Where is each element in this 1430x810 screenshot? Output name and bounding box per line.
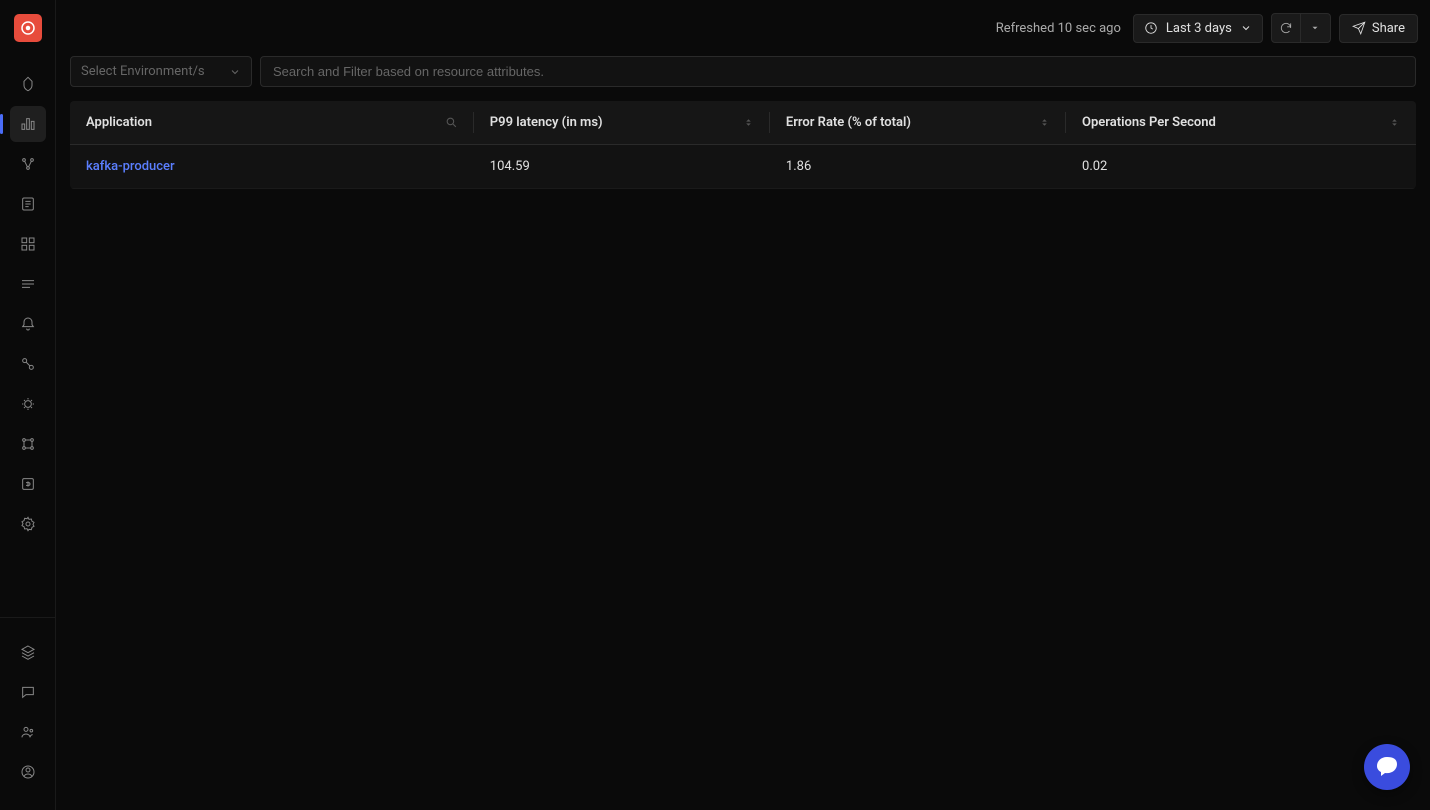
table-row[interactable]: kafka-producer 104.59 1.86 0.02 (70, 145, 1416, 189)
sidebar (0, 0, 56, 810)
nav-dashboards[interactable] (10, 226, 46, 262)
share-button[interactable]: Share (1339, 14, 1418, 43)
cell-error-rate: 1.86 (770, 145, 1066, 189)
services-table: Application P99 latency (in ms) (70, 101, 1416, 189)
nav-alerts[interactable] (10, 306, 46, 342)
refreshed-status: Refreshed 10 sec ago (996, 21, 1121, 36)
col-application[interactable]: Application (70, 101, 474, 145)
col-error-rate-label: Error Rate (% of total) (786, 115, 911, 130)
filter-bar: Select Environment/s (56, 56, 1430, 101)
col-p99[interactable]: P99 latency (in ms) (474, 101, 770, 145)
refresh-dropdown-button[interactable] (1301, 13, 1331, 43)
nav-exceptions[interactable] (10, 346, 46, 382)
nav-feedback[interactable] (10, 674, 46, 710)
sort-icon[interactable] (1039, 117, 1050, 128)
col-ops[interactable]: Operations Per Second (1066, 101, 1416, 145)
nav-getting-started[interactable] (10, 66, 46, 102)
time-range-label: Last 3 days (1166, 21, 1232, 36)
services-table-container: Application P99 latency (in ms) (56, 101, 1430, 189)
toolbar: Refreshed 10 sec ago Last 3 days Share (56, 0, 1430, 56)
nav-messaging[interactable] (10, 266, 46, 302)
share-label: Share (1372, 21, 1405, 36)
nav-settings[interactable] (10, 506, 46, 542)
time-range-picker[interactable]: Last 3 days (1133, 14, 1263, 43)
app-link[interactable]: kafka-producer (86, 159, 175, 174)
main-content: Refreshed 10 sec ago Last 3 days Share (56, 0, 1430, 810)
nav-traces[interactable] (10, 146, 46, 182)
sort-icon[interactable] (1389, 117, 1400, 128)
clock-icon (1144, 21, 1158, 35)
refresh-button[interactable] (1271, 13, 1301, 43)
nav-layers[interactable] (10, 634, 46, 670)
env-placeholder: Select Environment/s (81, 64, 205, 79)
send-icon (1352, 21, 1366, 35)
nav-debug[interactable] (10, 386, 46, 422)
nav-pipelines[interactable] (10, 426, 46, 462)
col-application-label: Application (86, 115, 152, 130)
chevron-down-icon (1240, 22, 1252, 34)
chevron-down-icon (229, 66, 241, 78)
search-icon[interactable] (445, 116, 458, 129)
app-logo[interactable] (14, 14, 42, 42)
nav-team[interactable] (10, 714, 46, 750)
help-chat-button[interactable] (1364, 744, 1410, 790)
col-p99-label: P99 latency (in ms) (490, 115, 603, 130)
col-ops-label: Operations Per Second (1082, 115, 1216, 130)
cell-ops: 0.02 (1066, 145, 1416, 189)
nav-services[interactable] (10, 106, 46, 142)
search-filter-input[interactable] (260, 56, 1416, 87)
environment-select[interactable]: Select Environment/s (70, 56, 252, 87)
nav-billing[interactable] (10, 466, 46, 502)
cell-p99: 104.59 (474, 145, 770, 189)
nav-logs[interactable] (10, 186, 46, 222)
col-error-rate[interactable]: Error Rate (% of total) (770, 101, 1066, 145)
nav-profile[interactable] (10, 754, 46, 790)
sort-icon[interactable] (743, 117, 754, 128)
